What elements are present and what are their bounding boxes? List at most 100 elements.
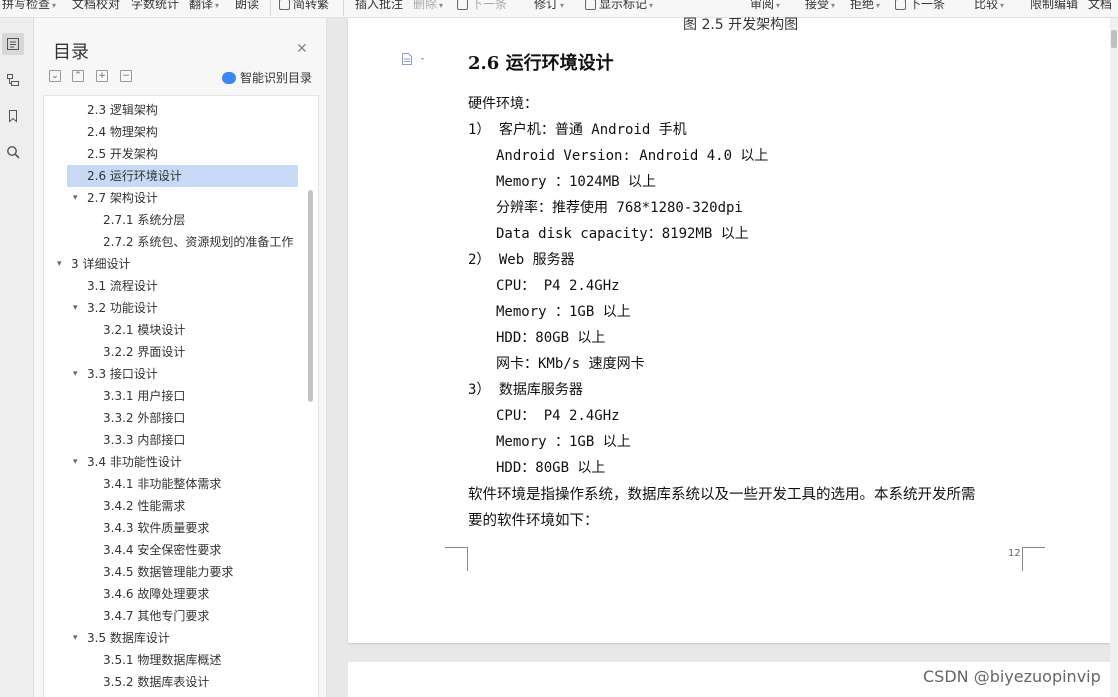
toc-item[interactable]: 3.3.3 内部接口 — [44, 429, 310, 451]
toc-icon — [7, 38, 19, 50]
toc-title: 目录 — [53, 42, 89, 63]
reject-button[interactable]: 拒绝 ▾ — [850, 0, 880, 13]
navigation-panel-button[interactable] — [2, 69, 24, 91]
collapse-all-icon[interactable]: ⌄ — [49, 70, 61, 82]
remove-heading-icon[interactable]: − — [120, 70, 132, 82]
body-line: CPU： P4 2.4GHz — [496, 408, 620, 424]
toc-item[interactable]: 3.3.2 外部接口 — [44, 407, 310, 429]
toolbar-divider — [270, 0, 271, 16]
document-icon — [402, 53, 424, 65]
body-line: Android Version: Android 4.0 以上 — [496, 148, 769, 164]
bookmark-panel-button[interactable] — [2, 105, 24, 127]
search-panel-button[interactable] — [2, 141, 24, 163]
translate-button[interactable]: 翻译 ▾ — [189, 0, 219, 13]
toc-panel-button[interactable] — [2, 33, 24, 55]
add-heading-icon[interactable]: + — [96, 70, 108, 82]
body-line: HDD：80GB 以上 — [496, 460, 606, 476]
toc-item[interactable]: 3.4.6 故障处理要求 — [44, 583, 310, 605]
toc-item[interactable]: 2.3 逻辑架构 — [44, 99, 310, 121]
insert-comment-button[interactable]: 插入批注 — [355, 0, 403, 13]
bookmark-icon — [9, 110, 17, 123]
dropdown-icon: ▾ — [439, 1, 444, 10]
toc-item[interactable]: 3.4.7 其他专门要求 — [44, 605, 310, 627]
toc-item[interactable]: 3.1 流程设计 — [44, 275, 310, 297]
toc-item[interactable]: 2.4 物理架构 — [44, 121, 310, 143]
document-scrollbar[interactable] — [1110, 18, 1118, 697]
chevron-down-icon[interactable]: ▾ — [73, 297, 78, 319]
toc-item[interactable]: ▾ 3.3 接口设计 — [44, 363, 310, 385]
chevron-down-icon[interactable]: ▾ — [73, 627, 78, 649]
spell-check-button[interactable]: 拼写检查 ▾ — [2, 0, 56, 13]
convert-icon — [279, 0, 290, 10]
track-changes-button[interactable]: 修订 ▾ — [534, 0, 564, 13]
tree-icon — [7, 74, 19, 86]
next-change-button[interactable]: 下一条 — [895, 0, 945, 13]
body-line: 要的软件环境如下： — [468, 513, 599, 529]
toc-item[interactable]: 2.7.2 系统包、资源规划的准备工作 — [44, 231, 310, 253]
watermark-text: CSDN @biyezuopinvip — [923, 667, 1101, 686]
toc-item[interactable]: 2.7.1 系统分层 — [44, 209, 310, 231]
body-line: Memory ：1GB 以上 — [496, 304, 631, 320]
toc-item[interactable]: 3.4.4 安全保密性要求 — [44, 539, 310, 561]
toc-item[interactable]: 3.5.2 数据库表设计 — [44, 671, 310, 693]
body-line: CPU： P4 2.4GHz — [496, 278, 620, 294]
paragraph-menu-icon[interactable] — [401, 52, 427, 69]
read-aloud-button[interactable]: 朗读 — [235, 0, 259, 13]
accept-button[interactable]: 接受 ▾ — [805, 0, 835, 13]
expand-icon[interactable]: ⌃ — [72, 70, 84, 82]
toc-item[interactable]: 3.4.1 非功能整体需求 — [44, 473, 310, 495]
body-line: 软件环境是指操作系统，数据库系统以及一些开发工具的选用。本系统开发所需 — [468, 487, 976, 503]
scrollbar-thumb[interactable] — [1111, 30, 1117, 48]
next-icon — [895, 0, 906, 10]
next-comment-button[interactable]: 下一条 — [457, 0, 507, 13]
toc-item[interactable]: 3.5.1 物理数据库概述 — [44, 649, 310, 671]
toc-item[interactable]: ▾ 2.7 架构设计 — [44, 187, 310, 209]
dropdown-icon: ▾ — [1000, 1, 1005, 10]
smart-toc-button[interactable]: 智能识别目录 — [222, 69, 312, 86]
toc-item[interactable]: 3.2.2 界面设计 — [44, 341, 310, 363]
restrict-editing-button[interactable]: 限制编辑 — [1030, 0, 1078, 13]
chevron-down-icon[interactable]: ▾ — [73, 187, 78, 209]
body-line: 2） Web 服务器 — [468, 252, 575, 268]
markup-icon — [585, 0, 596, 10]
toc-item[interactable]: 2.5 开发架构 — [44, 143, 310, 165]
toc-item[interactable]: 3.2.1 模块设计 — [44, 319, 310, 341]
toc-item[interactable]: ▾ 3 详细设计 — [44, 253, 310, 275]
toc-item[interactable]: ▾ 3.5 数据库设计 — [44, 627, 310, 649]
toc-item[interactable]: 3.4.2 性能需求 — [44, 495, 310, 517]
toc-item-selected[interactable]: 2.6 运行环境设计 — [67, 165, 298, 187]
delete-comment-button[interactable]: 删除 ▾ — [413, 0, 443, 13]
margin-corner-mark — [1022, 547, 1045, 571]
chevron-down-icon[interactable]: ▾ — [73, 451, 78, 473]
next-icon — [457, 0, 468, 10]
toc-item[interactable]: 3.4.3 软件质量要求 — [44, 517, 310, 539]
toc-item[interactable]: ▾ 3.4 非功能性设计 — [44, 451, 310, 473]
toc-item[interactable]: ▾ 3.2 功能设计 — [44, 297, 310, 319]
toc-scrollbar[interactable] — [308, 190, 313, 402]
doc-proofread-button[interactable]: 文档校对 — [72, 0, 120, 13]
body-line: 1） 客户机：普通 Android 手机 — [468, 122, 687, 138]
dropdown-icon: ▾ — [831, 1, 836, 10]
dropdown-icon: ▾ — [215, 1, 220, 10]
toc-item[interactable]: 3.4.5 数据管理能力要求 — [44, 561, 310, 583]
compare-button[interactable]: 比较 ▾ — [974, 0, 1004, 13]
toc-pane: 目录 ✕ ⌄ ⌃ + − 智能识别目录 2.3 逻辑架构 2.4 物理架构 2.… — [34, 18, 327, 697]
show-markup-button[interactable]: 显示标记 ▾ — [585, 0, 653, 13]
toolbar-divider — [343, 0, 344, 16]
body-line: 网卡：KMb/s 速度网卡 — [496, 356, 645, 372]
search-icon — [7, 146, 20, 159]
ai-bot-icon — [222, 71, 236, 84]
simplified-traditional-button[interactable]: 简转繁 — [279, 0, 329, 13]
dropdown-icon: ▾ — [649, 1, 654, 10]
review-button[interactable]: 审阅 ▾ — [750, 0, 780, 13]
body-line: Data disk capacity：8192MB 以上 — [496, 226, 749, 242]
toc-item[interactable]: 3.3.1 用户接口 — [44, 385, 310, 407]
chevron-down-icon[interactable]: ▾ — [57, 253, 62, 275]
body-line: HDD：80GB 以上 — [496, 330, 606, 346]
close-icon[interactable]: ✕ — [296, 41, 308, 57]
margin-corner-mark — [445, 547, 468, 571]
word-count-button[interactable]: 字数统计 — [131, 0, 179, 13]
dropdown-icon: ▾ — [776, 1, 781, 10]
document-button[interactable]: 文档 — [1088, 0, 1112, 13]
chevron-down-icon[interactable]: ▾ — [73, 363, 78, 385]
